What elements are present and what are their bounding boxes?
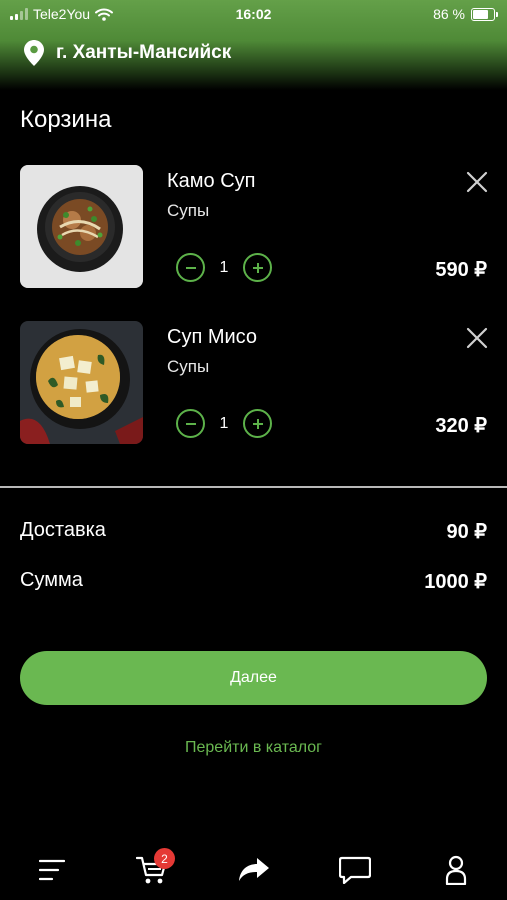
plus-icon — [252, 418, 263, 429]
delivery-row: Доставка 90 ₽ — [20, 519, 487, 544]
profile-icon — [445, 855, 467, 885]
quantity-stepper: 1 — [176, 409, 272, 438]
decrease-quantity-button[interactable] — [176, 409, 205, 438]
miso-soup-photo — [20, 321, 143, 444]
quantity-stepper: 1 — [176, 253, 272, 282]
remove-item-button[interactable] — [464, 325, 490, 351]
location-selector[interactable]: г. Ханты-Мансийск — [24, 40, 231, 66]
increase-quantity-button[interactable] — [243, 409, 272, 438]
remove-item-button[interactable] — [464, 169, 490, 195]
tab-chat[interactable] — [335, 852, 375, 888]
go-to-catalog-link[interactable]: Перейти в каталог — [0, 739, 507, 757]
item-category: Супы — [167, 201, 210, 220]
status-time: 16:02 — [235, 6, 272, 22]
battery-percent: 86 % — [433, 6, 465, 22]
close-icon — [466, 327, 488, 349]
total-label: Сумма — [20, 569, 83, 591]
quantity-value: 1 — [219, 258, 229, 276]
total-value: 1000 ₽ — [424, 571, 487, 593]
tab-menu[interactable] — [32, 852, 72, 888]
decrease-quantity-button[interactable] — [176, 253, 205, 282]
tab-cart[interactable]: 2 — [132, 848, 175, 888]
next-button[interactable]: Далее — [20, 651, 487, 705]
increase-quantity-button[interactable] — [243, 253, 272, 282]
item-name: Суп Мисо — [167, 326, 258, 348]
close-icon — [466, 171, 488, 193]
tab-bar: 2 — [0, 840, 507, 900]
chat-icon — [339, 856, 371, 884]
minus-icon — [185, 266, 196, 269]
cart-item: Камо Суп Супы 1 590 ₽ — [0, 165, 507, 289]
quantity-value: 1 — [219, 414, 229, 432]
plus-icon — [252, 262, 263, 273]
battery-icon — [471, 7, 498, 21]
cart-badge: 2 — [154, 848, 175, 869]
status-bar: Tele2You 16:02 86 % — [0, 0, 507, 28]
divider — [0, 486, 507, 488]
header: Tele2You 16:02 86 % г. Ханты-Мансийск — [0, 0, 507, 90]
item-name: Камо Суп — [167, 170, 256, 192]
total-row: Сумма 1000 ₽ — [20, 569, 487, 594]
tab-share[interactable] — [234, 852, 274, 888]
cart-item: Суп Мисо Супы 1 320 ₽ — [0, 321, 507, 445]
delivery-label: Доставка — [20, 519, 106, 541]
delivery-value: 90 ₽ — [446, 521, 487, 543]
menu-icon — [39, 859, 65, 881]
share-icon — [239, 858, 269, 881]
tab-profile[interactable] — [436, 852, 476, 888]
item-category: Супы — [167, 357, 210, 376]
minus-icon — [185, 422, 196, 425]
location-pin-icon — [24, 40, 44, 66]
page-title: Корзина — [20, 106, 112, 133]
location-city: г. Ханты-Мансийск — [56, 42, 232, 63]
item-price: 590 ₽ — [435, 259, 487, 281]
item-price: 320 ₽ — [435, 415, 487, 437]
kamo-soup-photo — [20, 165, 143, 288]
